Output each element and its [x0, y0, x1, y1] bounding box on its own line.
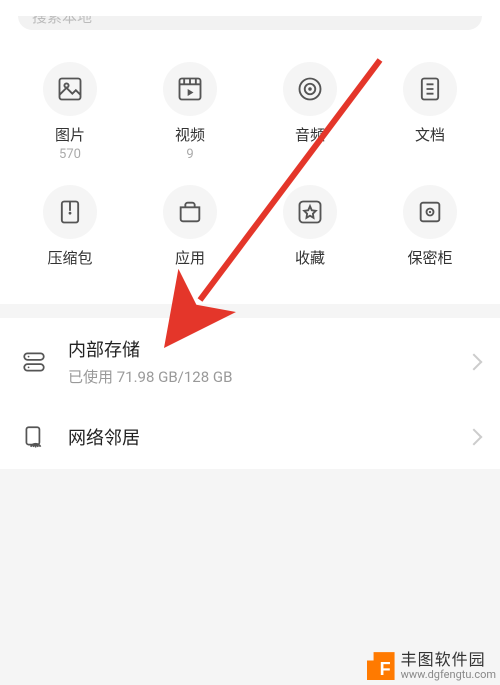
storage-text: 内部存储 已使用 71.98 GB/128 GB	[68, 336, 468, 387]
archive-icon	[43, 185, 97, 239]
categories-grid: 图片 570 视频 9 音频 文档	[0, 40, 500, 286]
category-count: 9	[186, 147, 193, 163]
watermark-name: 丰图软件园	[401, 651, 496, 669]
category-label: 压缩包	[47, 247, 92, 268]
apps-icon	[163, 185, 217, 239]
network-text: 网络邻居	[68, 424, 468, 450]
safe-icon	[403, 185, 457, 239]
video-icon	[163, 62, 217, 116]
star-icon	[283, 185, 337, 239]
category-archives[interactable]: 压缩包	[10, 185, 130, 286]
chevron-right-icon	[466, 353, 483, 370]
document-icon	[403, 62, 457, 116]
category-label: 视频	[175, 124, 205, 145]
storage-subtitle: 已使用 71.98 GB/128 GB	[68, 366, 468, 387]
storage-icon	[20, 348, 48, 376]
storage-title: 内部存储	[68, 336, 468, 362]
image-icon	[43, 62, 97, 116]
internal-storage-item[interactable]: 内部存储 已使用 71.98 GB/128 GB	[0, 318, 500, 405]
category-label: 收藏	[295, 247, 325, 268]
network-neighborhood-item[interactable]: 网络邻居	[0, 405, 500, 469]
category-safe[interactable]: 保密柜	[370, 185, 490, 286]
network-icon	[20, 423, 48, 451]
category-label: 应用	[175, 247, 205, 268]
category-label: 音频	[295, 124, 325, 145]
category-favorites[interactable]: 收藏	[250, 185, 370, 286]
category-label: 保密柜	[407, 247, 452, 268]
chevron-right-icon	[466, 429, 483, 446]
category-label: 文档	[415, 124, 445, 145]
category-count: 570	[59, 147, 81, 163]
category-audio[interactable]: 音频	[250, 62, 370, 163]
categories-card: 搜索本地 图片 570 视频 9 音频	[0, 0, 500, 304]
category-label: 图片	[55, 124, 85, 145]
category-apps[interactable]: 应用	[130, 185, 250, 286]
search-bar[interactable]: 搜索本地	[18, 2, 482, 30]
search-placeholder: 搜索本地	[32, 6, 92, 27]
audio-icon	[283, 62, 337, 116]
category-docs[interactable]: 文档	[370, 62, 490, 163]
storage-card: 内部存储 已使用 71.98 GB/128 GB 网络邻居	[0, 318, 500, 469]
network-title: 网络邻居	[68, 424, 468, 450]
watermark: 丰图软件园 www.dgfengtu.com	[367, 651, 496, 681]
category-images[interactable]: 图片 570	[10, 62, 130, 163]
watermark-url: www.dgfengtu.com	[401, 669, 496, 681]
category-videos[interactable]: 视频 9	[130, 62, 250, 163]
watermark-logo-icon	[367, 652, 395, 680]
